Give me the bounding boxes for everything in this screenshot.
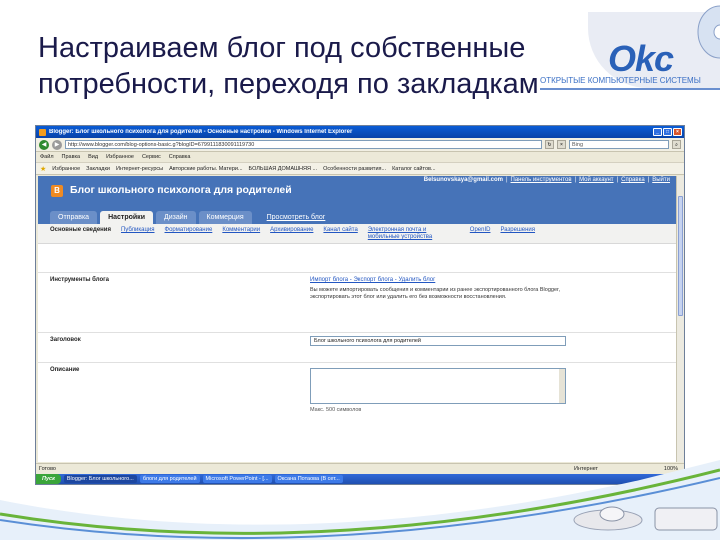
blog-tools-links[interactable]: Импорт блога - Экспорт блога - Удалить б…: [310, 277, 435, 283]
blog-tools-label: Инструменты блога: [50, 277, 109, 283]
close-button[interactable]: ×: [673, 128, 682, 136]
settings-subtabs: Основные сведения Публикация Форматирова…: [38, 224, 676, 244]
keyboard-icon: [654, 507, 718, 531]
taskbar-item[interactable]: Blogger: Блог школьного...: [63, 475, 137, 483]
page-scrollbar[interactable]: [676, 176, 684, 462]
header-links: Belsunovskaya@gmail.com | Панель инструм…: [424, 177, 670, 183]
cd-disc-icon: [697, 5, 720, 59]
menu-bar: Файл Правка Вид Избранное Сервис Справка: [36, 152, 684, 163]
favorites-star-icon[interactable]: ★: [40, 165, 46, 173]
mouse-pad-icon: [573, 509, 643, 531]
my-account-link[interactable]: Мой аккаунт: [579, 177, 613, 183]
help-link[interactable]: Справка: [621, 177, 645, 183]
subtab-openid[interactable]: OpenID: [470, 227, 491, 241]
view-blog-link[interactable]: Просмотреть блог: [259, 211, 334, 224]
subtab-basic[interactable]: Основные сведения: [50, 227, 111, 241]
separator: |: [505, 177, 508, 183]
refresh-icon[interactable]: ↻: [545, 140, 554, 149]
tab-settings[interactable]: Настройки: [100, 211, 153, 224]
fav-item[interactable]: Особенности развития...: [323, 166, 386, 172]
taskbar-item[interactable]: Microsoft PowerPoint - [...: [202, 475, 272, 483]
fav-item[interactable]: Каталог сайтов...: [392, 166, 435, 172]
mouse-icon: [599, 506, 625, 522]
logo-underline: [540, 88, 720, 90]
separator: |: [647, 177, 650, 183]
security-zone: Интернет: [574, 466, 598, 472]
tab-posting[interactable]: Отправка: [50, 211, 98, 224]
minimize-button[interactable]: _: [653, 128, 662, 136]
scrollbar-thumb[interactable]: [678, 196, 683, 316]
url-field[interactable]: http://www.blogger.com/blog-options-basi…: [65, 140, 542, 149]
fav-item[interactable]: Избранное: [52, 166, 80, 172]
favorites-bar: ★ Избранное Закладки Интернет-ресурсы Ав…: [36, 163, 684, 175]
fav-item[interactable]: Интернет-ресурсы: [116, 166, 163, 172]
subtab-formatting[interactable]: Форматирование: [165, 227, 213, 241]
subtab-site-feed[interactable]: Канал сайта: [323, 227, 357, 241]
title-label: Заголовок: [50, 337, 81, 343]
blog-tools-section: Инструменты блога Импорт блога - Экспорт…: [38, 272, 676, 332]
separator: |: [574, 177, 577, 183]
swoosh-blue-line: [0, 477, 720, 540]
search-input[interactable]: Bing: [569, 140, 669, 149]
blogger-logo-icon[interactable]: B: [51, 185, 63, 197]
search-icon[interactable]: ⌕: [672, 140, 681, 149]
forward-arrow-icon[interactable]: ▶: [52, 139, 62, 150]
subtab-email-mobile[interactable]: Электронная почта и мобильные устройства: [368, 227, 460, 241]
taskbar-item[interactable]: блоги для родителей: [139, 475, 200, 483]
zoom-level[interactable]: 100%: [644, 466, 684, 472]
title-section: Заголовок Блог школьного психолога для р…: [38, 332, 676, 362]
blog-title-input[interactable]: Блог школьного психолога для родителей: [310, 336, 566, 346]
description-label: Описание: [50, 367, 80, 373]
blogger-header: B Блог школьного психолога для родителей…: [38, 176, 676, 206]
description-section: Описание Макс. 500 символов: [38, 362, 676, 442]
fav-item[interactable]: Закладки: [86, 166, 110, 172]
maximize-button[interactable]: □: [663, 128, 672, 136]
dashboard-link[interactable]: Панель инструментов: [511, 177, 572, 183]
user-email: Belsunovskaya@gmail.com: [423, 177, 503, 183]
blogger-page: B Блог школьного психолога для родителей…: [38, 176, 676, 462]
subtab-comments[interactable]: Комментарии: [222, 227, 260, 241]
blogger-tabs: Отправка Настройки Дизайн Коммерция Прос…: [38, 206, 676, 224]
back-arrow-icon[interactable]: ◀: [39, 139, 49, 150]
logo-text: Okc: [608, 38, 674, 79]
browser-window: Blogger: Блог школьного психолога для ро…: [35, 125, 685, 485]
window-titlebar: Blogger: Блог школьного психолога для ро…: [36, 126, 684, 138]
stop-icon[interactable]: ×: [557, 140, 566, 149]
blog-tools-description: Вы можете импортировать сообщения и комм…: [310, 287, 561, 300]
tab-design[interactable]: Дизайн: [156, 211, 196, 224]
fav-item[interactable]: БОЛЬШАЯ ДОМАШНЯЯ ...: [249, 166, 318, 172]
status-bar: Готово Интернет 100%: [36, 463, 684, 474]
separator: |: [616, 177, 619, 183]
address-bar: ◀ ▶ http://www.blogger.com/blog-options-…: [36, 138, 684, 152]
windows-taskbar: Пуск Blogger: Блог школьного... блоги дл…: [36, 474, 684, 484]
window-title: Blogger: Блог школьного психолога для ро…: [49, 129, 353, 135]
blog-title: Блог школьного психолога для родителей: [70, 184, 292, 196]
sign-out-link[interactable]: Выйти: [652, 177, 670, 183]
menu-edit[interactable]: Правка: [62, 154, 81, 160]
menu-file[interactable]: Файл: [40, 154, 54, 160]
menu-view[interactable]: Вид: [88, 154, 98, 160]
description-hint: Макс. 500 символов: [310, 407, 362, 413]
description-textarea[interactable]: [310, 368, 566, 404]
menu-favorites[interactable]: Избранное: [106, 154, 134, 160]
subtab-permissions[interactable]: Разрешения: [500, 227, 535, 241]
ie-icon: [39, 128, 46, 136]
textarea-scrollbar[interactable]: [559, 369, 565, 403]
fav-item[interactable]: Авторские работы. Матери...: [169, 166, 242, 172]
taskbar-clock: 1:07: [663, 474, 684, 484]
menu-tools[interactable]: Сервис: [142, 154, 161, 160]
menu-help[interactable]: Справка: [169, 154, 191, 160]
logo-subtitle: ОТКРЫТЫЕ КОМПЬЮТЕРНЫЕ СИСТЕМЫ: [540, 76, 701, 85]
tab-monetize[interactable]: Коммерция: [198, 211, 252, 224]
status-text: Готово: [39, 466, 56, 472]
subtab-archiving[interactable]: Архивирование: [270, 227, 313, 241]
subtab-publishing[interactable]: Публикация: [121, 227, 155, 241]
start-button[interactable]: Пуск: [36, 474, 61, 484]
taskbar-item[interactable]: Оксана Потаова (В сет...: [274, 475, 343, 483]
